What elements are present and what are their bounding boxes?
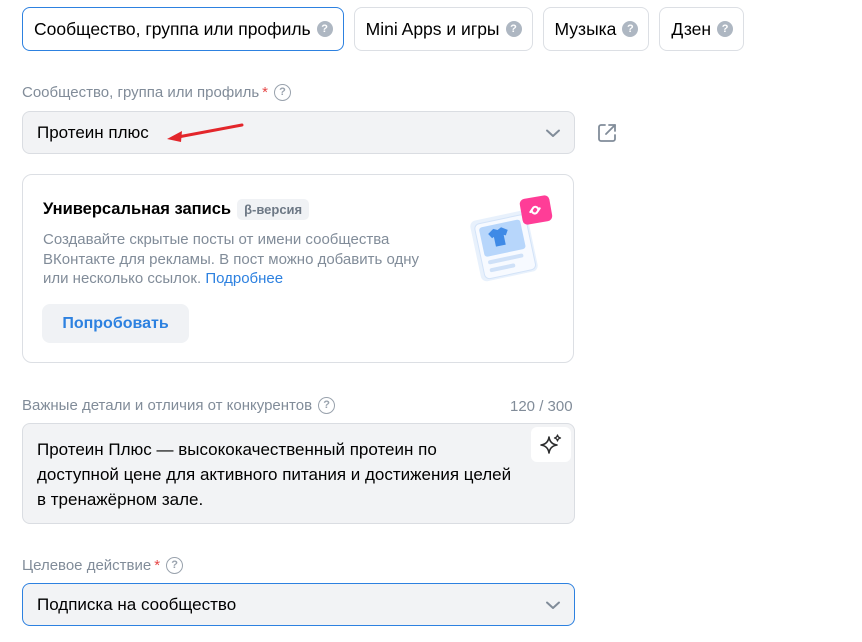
details-textarea[interactable]: Протеин Плюс — высококачественный протеи…: [22, 423, 575, 524]
required-mark: *: [154, 557, 161, 574]
community-label-text: Сообщество, группа или профиль: [22, 84, 260, 101]
help-icon[interactable]: ?: [274, 84, 291, 101]
tab-dzen[interactable]: Дзен ?: [659, 7, 745, 51]
ai-generate-button[interactable]: [531, 427, 571, 462]
universal-post-card: Универсальная запись β-версия Создавайте…: [22, 174, 574, 363]
tab-mini-apps-label: Mini Apps и игры: [365, 18, 500, 39]
community-field-label: Сообщество, группа или профиль * ?: [22, 84, 291, 101]
card-title: Универсальная запись β-версия: [43, 199, 310, 220]
annotation-arrow-icon: [167, 123, 244, 142]
tab-community-label: Сообщество, группа или профиль: [34, 18, 311, 39]
card-title-text: Универсальная запись: [43, 200, 232, 218]
target-field-label: Целевое действие * ?: [22, 557, 184, 574]
tab-music[interactable]: Музыка ?: [542, 7, 650, 51]
beta-badge: β-версия: [237, 199, 310, 220]
tab-mini-apps[interactable]: Mini Apps и игры ?: [353, 7, 533, 51]
source-type-tabs: Сообщество, группа или профиль ? Mini Ap…: [22, 7, 745, 51]
chevron-down-icon: [546, 601, 560, 609]
help-icon[interactable]: ?: [717, 21, 734, 37]
chevron-down-icon: [546, 129, 560, 137]
help-icon[interactable]: ?: [622, 21, 639, 37]
learn-more-link[interactable]: Подробнее: [205, 270, 283, 287]
help-icon[interactable]: ?: [316, 21, 333, 37]
char-counter: 120 / 300: [510, 398, 573, 415]
post-illustration-icon: [470, 195, 553, 282]
tab-music-label: Музыка: [554, 18, 617, 39]
help-icon[interactable]: ?: [166, 557, 184, 574]
target-action-select[interactable]: Подписка на сообщество: [22, 583, 575, 626]
community-select[interactable]: Протеин плюс: [22, 111, 575, 154]
required-mark: *: [262, 84, 268, 101]
help-icon[interactable]: ?: [505, 21, 522, 37]
tab-community[interactable]: Сообщество, группа или профиль ?: [22, 7, 344, 51]
target-select-value: Подписка на сообщество: [37, 594, 237, 614]
sparkle-icon: [540, 433, 562, 454]
community-select-value: Протеин плюс: [37, 122, 149, 142]
help-icon[interactable]: ?: [318, 397, 336, 414]
tab-dzen-label: Дзен: [671, 18, 712, 39]
target-label-text: Целевое действие: [22, 557, 152, 574]
external-link-icon[interactable]: [596, 122, 618, 144]
card-description: Создавайте скрытые посты от имени сообще…: [43, 230, 443, 289]
try-button[interactable]: Попробовать: [42, 304, 189, 343]
details-label-text: Важные детали и отличия от конкурентов: [22, 397, 313, 414]
details-field-label: Важные детали и отличия от конкурентов ?: [22, 397, 336, 414]
